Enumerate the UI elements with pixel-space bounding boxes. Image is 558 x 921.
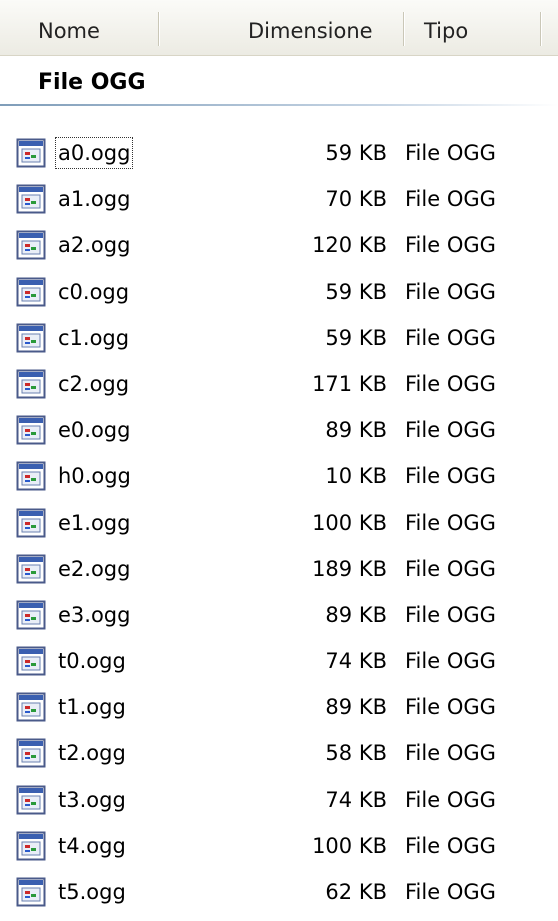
media-file-icon [16,508,46,538]
media-file-icon [16,785,46,815]
file-row[interactable]: c1.ogg 59 KB File OGG [0,321,558,367]
column-header-type[interactable]: Tipo [424,0,468,56]
file-row[interactable]: e3.ogg 89 KB File OGG [0,598,558,644]
file-name[interactable]: e3.ogg [56,600,132,630]
file-name[interactable]: e1.ogg [56,508,132,538]
media-file-icon [16,692,46,722]
file-type: File OGG [405,880,496,904]
file-type: File OGG [405,371,496,396]
media-file-icon [16,831,46,861]
file-name[interactable]: e0.ogg [56,415,132,445]
file-type: File OGG [405,510,496,535]
file-size: 59 KB [325,141,387,165]
media-file-icon [16,738,46,768]
file-type: File OGG [405,187,496,212]
file-type: File OGG [405,649,496,674]
file-name[interactable]: a2.ogg [56,230,132,260]
file-size: 58 KB [325,741,387,766]
file-type: File OGG [405,233,496,258]
file-name[interactable]: h0.ogg [56,461,133,491]
group-title: File OGG [38,70,146,95]
file-row[interactable]: e0.ogg 89 KB File OGG [0,413,558,459]
file-type: File OGG [405,464,496,489]
file-row[interactable]: h0.ogg 10 KB File OGG [0,459,558,505]
file-size: 74 KB [325,649,387,674]
column-header: Nome Dimensione Tipo [0,0,558,56]
file-type: File OGG [405,833,496,858]
file-row[interactable]: t0.ogg 74 KB File OGG [0,644,558,690]
file-row[interactable]: t2.ogg 58 KB File OGG [0,736,558,782]
media-file-icon [16,554,46,584]
media-file-icon [16,877,46,907]
file-name[interactable]: t1.ogg [56,692,128,722]
file-type: File OGG [405,741,496,766]
file-name[interactable]: c1.ogg [56,323,131,353]
file-name[interactable]: a0.ogg [54,137,134,169]
file-size: 171 KB [312,371,387,396]
media-file-icon [16,461,46,491]
file-size: 10 KB [325,464,387,489]
media-file-icon [16,415,46,445]
media-file-icon [16,277,46,307]
media-file-icon [16,646,46,676]
media-file-icon [16,184,46,214]
column-divider[interactable] [403,12,405,46]
file-row[interactable]: e1.ogg 100 KB File OGG [0,506,558,552]
file-name[interactable]: t5.ogg [56,877,128,907]
file-size: 120 KB [312,233,387,258]
file-size: 59 KB [325,325,387,350]
file-row[interactable]: a2.ogg 120 KB File OGG [0,228,558,274]
file-name[interactable]: t4.ogg [56,831,128,861]
media-file-icon [16,369,46,399]
file-row[interactable]: t5.ogg 62 KB File OGG [0,875,558,921]
file-type: File OGG [405,695,496,720]
file-type: File OGG [405,556,496,581]
file-name[interactable]: t2.ogg [56,738,128,768]
file-size: 59 KB [325,279,387,304]
media-file-icon [16,600,46,630]
file-type: File OGG [405,141,496,165]
file-type: File OGG [405,325,496,350]
media-file-icon [16,138,46,168]
media-file-icon [16,230,46,260]
media-file-icon [16,323,46,353]
file-type: File OGG [405,279,496,304]
file-size: 189 KB [312,556,387,581]
file-row[interactable]: c2.ogg 171 KB File OGG [0,367,558,413]
column-header-size[interactable]: Dimensione [248,0,373,56]
column-divider[interactable] [540,12,542,46]
file-type: File OGG [405,418,496,443]
file-row[interactable]: t4.ogg 100 KB File OGG [0,829,558,875]
file-type: File OGG [405,787,496,812]
file-list-window: Nome Dimensione Tipo File OGG a0.ogg 59 K… [0,0,558,921]
file-type: File OGG [405,602,496,627]
column-header-name[interactable]: Nome [38,0,100,56]
file-row[interactable]: t3.ogg 74 KB File OGG [0,783,558,829]
file-list: a0.ogg 59 KB File OGG a1.ogg 70 KB File OGG a2… [0,136,558,921]
file-name[interactable]: a1.ogg [56,184,132,214]
file-size: 70 KB [325,187,387,212]
file-row[interactable]: a0.ogg 59 KB File OGG [0,136,558,182]
group-divider [0,104,558,106]
group-header[interactable]: File OGG [0,56,558,106]
file-row[interactable]: a1.ogg 70 KB File OGG [0,182,558,228]
file-size: 74 KB [325,787,387,812]
column-divider[interactable] [158,12,160,46]
file-name[interactable]: t0.ogg [56,646,128,676]
file-name[interactable]: c0.ogg [56,277,131,307]
file-row[interactable]: c0.ogg 59 KB File OGG [0,275,558,321]
file-row[interactable]: e2.ogg 189 KB File OGG [0,552,558,598]
file-name[interactable]: t3.ogg [56,785,128,815]
file-size: 89 KB [325,418,387,443]
file-size: 100 KB [312,510,387,535]
file-name[interactable]: c2.ogg [56,369,131,399]
file-name[interactable]: e2.ogg [56,554,132,584]
file-size: 89 KB [325,602,387,627]
file-size: 89 KB [325,695,387,720]
file-row[interactable]: t1.ogg 89 KB File OGG [0,690,558,736]
file-size: 100 KB [312,833,387,858]
file-size: 62 KB [325,880,387,904]
